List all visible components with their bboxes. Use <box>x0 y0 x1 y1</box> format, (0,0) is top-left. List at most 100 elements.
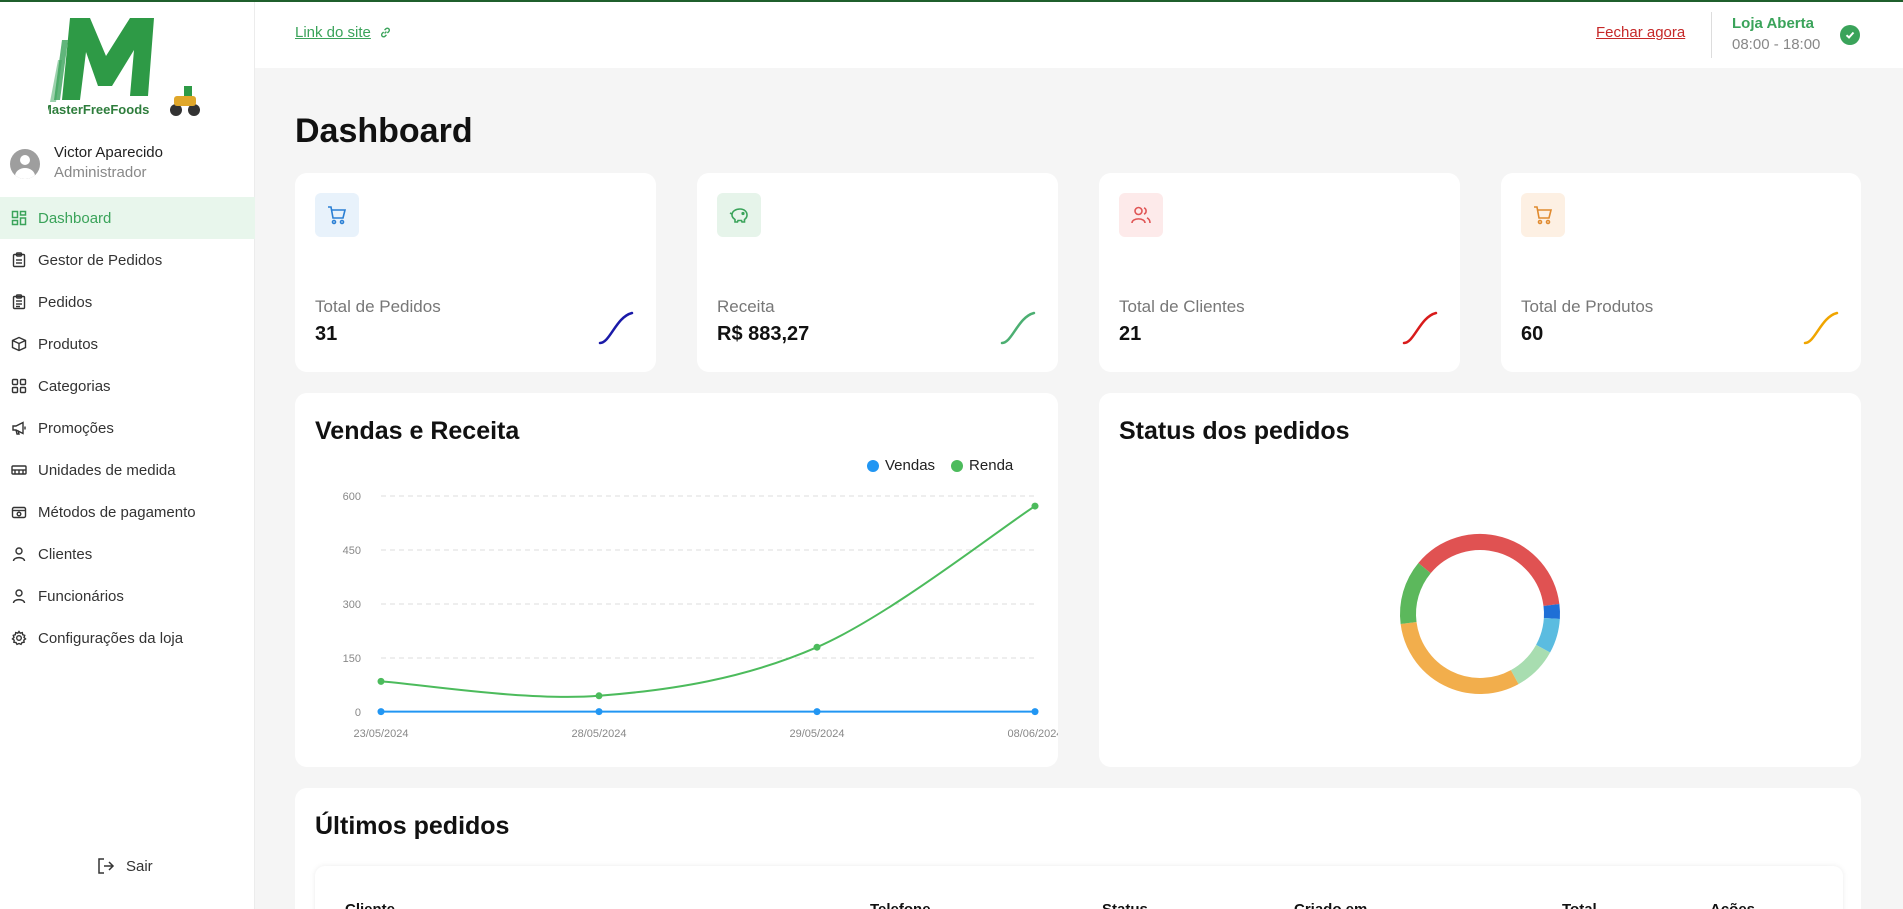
x-tick-label: 08/06/2024 <box>1007 728 1058 740</box>
sidebar-item-label: Configurações da loja <box>38 629 184 647</box>
stat-label: Total de Pedidos <box>315 297 441 316</box>
user-icon <box>10 545 28 563</box>
stat-value: 31 <box>315 323 338 345</box>
column-header-cliente[interactable]: Cliente <box>345 901 395 909</box>
x-tick-label: 29/05/2024 <box>789 728 844 740</box>
avatar <box>10 149 40 179</box>
data-point-renda <box>813 643 821 651</box>
stat-value: 21 <box>1119 323 1142 345</box>
logo-text: MasterFreeFoods <box>48 102 149 117</box>
column-header-telefone[interactable]: Telefone <box>870 901 931 909</box>
latest-orders-card: Últimos pedidos Cliente Telefone Status … <box>295 788 1861 909</box>
top-header: Link do site Fechar agora Loja Aberta 08… <box>255 2 1903 68</box>
user-name: Victor Aparecido <box>54 144 163 161</box>
sidebar-item-configuracoes-loja[interactable]: Configurações da loja <box>0 617 255 659</box>
link-icon <box>380 27 390 38</box>
sidebar-item-label: Clientes <box>38 545 93 563</box>
data-point-renda <box>377 677 385 685</box>
store-hours: 08:00 - 18:00 <box>1732 36 1821 53</box>
clipboard-list-icon <box>10 293 28 311</box>
check-circle-icon <box>1840 25 1860 45</box>
latest-orders-title: Últimos pedidos <box>315 812 510 840</box>
stat-label: Total de Produtos <box>1521 297 1654 316</box>
stat-value: 60 <box>1521 323 1544 345</box>
sales-chart-card: Vendas e Receita Vendas Renda 0 150 300 450… <box>295 393 1058 767</box>
column-header-total[interactable]: Total <box>1562 901 1597 909</box>
sidebar-item-metodos-pagamento[interactable]: Métodos de pagamento <box>0 491 255 533</box>
piggy-bank-icon <box>717 193 761 237</box>
column-header-acoes[interactable]: Ações <box>1710 901 1755 909</box>
box-icon <box>10 335 28 353</box>
data-point-renda <box>1031 502 1039 510</box>
dashboard-icon <box>10 209 28 227</box>
donut-slice <box>1418 534 1560 607</box>
top-accent-line <box>0 0 1903 2</box>
y-tick-label: 450 <box>343 545 361 557</box>
sidebar-item-dashboard[interactable]: Dashboard <box>0 197 255 239</box>
donut-slice <box>1510 644 1551 685</box>
user-icon <box>10 587 28 605</box>
donut-slice <box>1535 617 1560 653</box>
sidebar-nav: Dashboard Gestor de Pedidos Pedidos Prod… <box>0 197 255 659</box>
cart-icon <box>1521 193 1565 237</box>
x-tick-label: 28/05/2024 <box>571 728 626 740</box>
sidebar-item-produtos[interactable]: Produtos <box>0 323 255 365</box>
orders-table-container: Cliente Telefone Status Criado em Total … <box>315 866 1843 909</box>
site-link-label: Link do site <box>295 24 371 41</box>
donut-slice <box>1543 603 1560 620</box>
trend-sparkline <box>1803 311 1839 345</box>
user-role: Administrador <box>54 164 147 181</box>
gear-icon <box>10 629 28 647</box>
stat-card-total-pedidos: Total de Pedidos 31 <box>295 173 656 372</box>
site-link[interactable]: Link do site <box>295 24 392 41</box>
sidebar-item-categorias[interactable]: Categorias <box>0 365 255 407</box>
status-donut-chart <box>1400 534 1560 694</box>
sidebar-item-label: Gestor de Pedidos <box>38 251 163 269</box>
donut-slice <box>1400 563 1431 625</box>
megaphone-icon <box>10 419 28 437</box>
sidebar-item-promocoes[interactable]: Promoções <box>0 407 255 449</box>
cart-icon <box>315 193 359 237</box>
y-tick-label: 0 <box>355 707 361 719</box>
x-tick-label: 23/05/2024 <box>353 728 408 740</box>
grid-icon <box>10 377 28 395</box>
page-title: Dashboard <box>295 112 473 150</box>
sidebar-item-label: Funcionários <box>38 587 124 605</box>
sidebar-item-funcionarios[interactable]: Funcionários <box>0 575 255 617</box>
trend-sparkline <box>1000 311 1036 345</box>
sidebar-item-label: Promoções <box>38 419 114 437</box>
store-status-title: Loja Aberta <box>1732 15 1814 32</box>
close-store-link[interactable]: Fechar agora <box>1596 24 1685 41</box>
header-divider <box>1711 12 1712 58</box>
status-chart-card: Status dos pedidos <box>1099 393 1861 767</box>
y-tick-label: 600 <box>343 491 361 503</box>
ruler-icon <box>10 461 28 479</box>
stat-card-total-clientes: Total de Clientes 21 <box>1099 173 1460 372</box>
stat-label: Receita <box>717 297 775 316</box>
sidebar-item-label: Unidades de medida <box>38 461 176 479</box>
logo[interactable]: MasterFreeFoods <box>41 10 208 120</box>
logout-button[interactable]: Sair <box>96 856 153 876</box>
sidebar-item-unidades-medida[interactable]: Unidades de medida <box>0 449 255 491</box>
trend-sparkline <box>598 311 634 345</box>
sidebar-item-pedidos[interactable]: Pedidos <box>0 281 255 323</box>
data-point-renda <box>595 692 603 700</box>
y-tick-label: 300 <box>343 599 361 611</box>
store-status: Loja Aberta 08:00 - 18:00 <box>1732 14 1820 56</box>
stat-value: R$ 883,27 <box>717 323 810 345</box>
column-header-criado-em[interactable]: Criado em <box>1294 901 1367 909</box>
stat-label: Total de Clientes <box>1119 297 1245 316</box>
column-header-status[interactable]: Status <box>1102 901 1148 909</box>
data-point-vendas <box>377 708 385 716</box>
sidebar-item-clientes[interactable]: Clientes <box>0 533 255 575</box>
data-point-vendas <box>595 708 603 716</box>
series-line-renda <box>380 505 1036 698</box>
sidebar-item-label: Pedidos <box>38 293 93 311</box>
sales-line-chart: 0 150 300 450 600 23/05/2024 28/05/2024 29/05/2… <box>343 491 1058 740</box>
logout-icon <box>98 858 115 874</box>
sidebar-item-gestor-pedidos[interactable]: Gestor de Pedidos <box>0 239 255 281</box>
sidebar: MasterFreeFoods Victor Aparecido Adminis… <box>0 0 255 909</box>
wallet-icon <box>10 503 28 521</box>
y-tick-label: 150 <box>343 653 361 665</box>
user-profile[interactable]: Victor Aparecido Administrador <box>10 143 163 183</box>
